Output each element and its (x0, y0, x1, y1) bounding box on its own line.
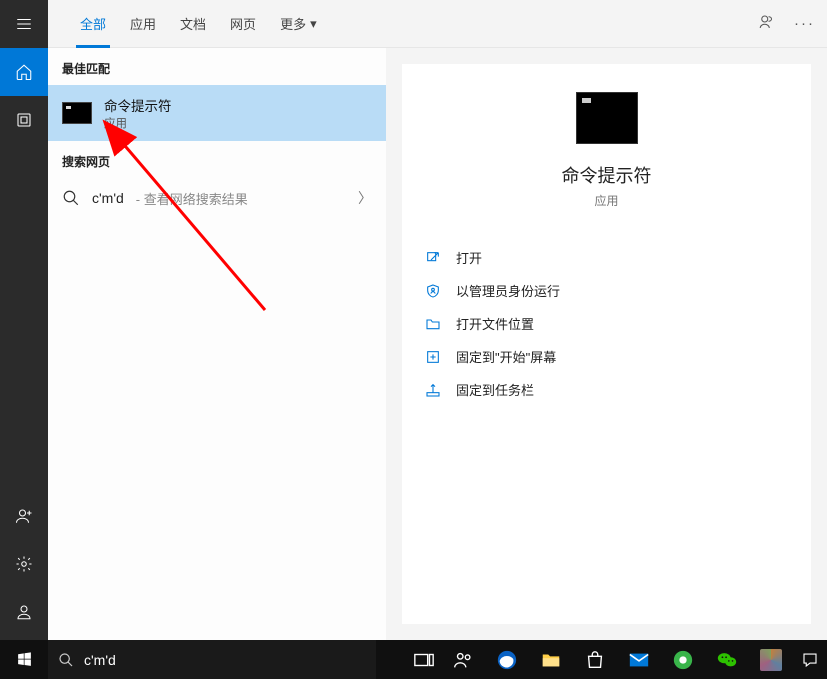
tab-all[interactable]: 全部 (68, 0, 118, 48)
search-results: 最佳匹配 命令提示符 应用 搜索网页 c'm'd - 查看网络搜索结果 〉 (48, 48, 386, 640)
best-match-subtitle: 应用 (104, 115, 172, 131)
mail-icon (628, 649, 650, 671)
person-add-icon (15, 507, 33, 525)
action-label: 固定到"开始"屏幕 (456, 347, 556, 366)
people-icon (452, 649, 474, 671)
best-match-title: 命令提示符 (104, 95, 172, 115)
taskbar-search[interactable] (48, 640, 376, 679)
person-icon (15, 603, 33, 621)
search-tabs: 全部 应用 文档 网页 更多 ▾ ··· (48, 0, 827, 48)
home-button[interactable] (0, 48, 48, 96)
action-open-location[interactable]: 打开文件位置 (420, 307, 793, 340)
tab-apps[interactable]: 应用 (118, 0, 168, 48)
gear-icon (15, 555, 33, 573)
shield-icon (425, 283, 441, 299)
wechat-icon (716, 649, 738, 671)
home-icon (15, 63, 33, 81)
app-large-icon (576, 92, 638, 144)
search-web-header: 搜索网页 (48, 141, 386, 178)
detail-subtitle: 应用 (402, 192, 811, 209)
feedback-button[interactable] (758, 13, 776, 34)
apps-button[interactable] (0, 96, 48, 144)
hamburger-menu-button[interactable] (0, 0, 48, 48)
apps-icon (15, 111, 33, 129)
browser-360-icon (672, 649, 694, 671)
web-search-query: c'm'd (92, 190, 124, 206)
action-label: 固定到任务栏 (456, 380, 534, 399)
app-360[interactable] (661, 640, 705, 679)
action-pin-taskbar[interactable]: 固定到任务栏 (420, 373, 793, 406)
windows-logo-icon (16, 651, 33, 668)
tab-more[interactable]: 更多 ▾ (268, 0, 329, 48)
open-icon (425, 250, 441, 266)
notification-icon (801, 651, 819, 669)
chevron-down-icon: ▾ (310, 16, 317, 32)
search-icon (58, 652, 74, 668)
best-match-header: 最佳匹配 (48, 48, 386, 85)
action-list: 打开 以管理员身份运行 打开文件位置 固定到"开始"屏幕 固定到任务栏 (402, 237, 811, 410)
web-search-hint: - 查看网络搜索结果 (136, 189, 248, 208)
task-view-button[interactable] (407, 640, 441, 679)
search-sidebar (0, 0, 48, 640)
settings-button[interactable] (0, 540, 48, 588)
feedback-icon (758, 13, 776, 31)
detail-card: 命令提示符 应用 打开 以管理员身份运行 打开文件位置 固定到"开始"屏幕 固定… (402, 64, 811, 624)
tab-docs[interactable]: 文档 (168, 0, 218, 48)
switch-user-button[interactable] (0, 588, 48, 636)
search-icon (62, 189, 80, 207)
account-button[interactable] (0, 492, 48, 540)
action-open[interactable]: 打开 (420, 241, 793, 274)
start-button[interactable] (0, 640, 48, 679)
app-wechat[interactable] (705, 640, 749, 679)
chevron-right-icon: 〉 (358, 188, 372, 208)
app-people[interactable] (441, 640, 485, 679)
pin-start-icon (425, 349, 441, 365)
best-match-item[interactable]: 命令提示符 应用 (48, 85, 386, 141)
app-edge[interactable] (485, 640, 529, 679)
store-icon (584, 649, 606, 671)
app-store[interactable] (573, 640, 617, 679)
edge-icon (496, 649, 518, 671)
action-label: 打开文件位置 (456, 314, 534, 333)
notifications-button[interactable] (793, 640, 827, 679)
app-explorer[interactable] (529, 640, 573, 679)
avatar-icon (760, 649, 782, 671)
web-search-item[interactable]: c'm'd - 查看网络搜索结果 〉 (48, 178, 386, 218)
cmd-thumbnail-icon (62, 102, 92, 124)
folder-icon (540, 649, 562, 671)
pin-taskbar-icon (425, 382, 441, 398)
folder-icon (425, 316, 441, 332)
more-options-button[interactable]: ··· (794, 15, 815, 32)
search-input[interactable] (84, 640, 366, 679)
task-view-icon (413, 649, 435, 671)
action-pin-start[interactable]: 固定到"开始"屏幕 (420, 340, 793, 373)
detail-title: 命令提示符 (402, 162, 811, 188)
taskbar (0, 640, 827, 679)
tab-web[interactable]: 网页 (218, 0, 268, 48)
action-label: 以管理员身份运行 (456, 281, 560, 300)
action-label: 打开 (456, 248, 482, 267)
tray-avatar[interactable] (749, 640, 793, 679)
menu-icon (15, 15, 33, 33)
action-run-admin[interactable]: 以管理员身份运行 (420, 274, 793, 307)
app-mail[interactable] (617, 640, 661, 679)
detail-pane: 命令提示符 应用 打开 以管理员身份运行 打开文件位置 固定到"开始"屏幕 固定… (386, 48, 827, 640)
